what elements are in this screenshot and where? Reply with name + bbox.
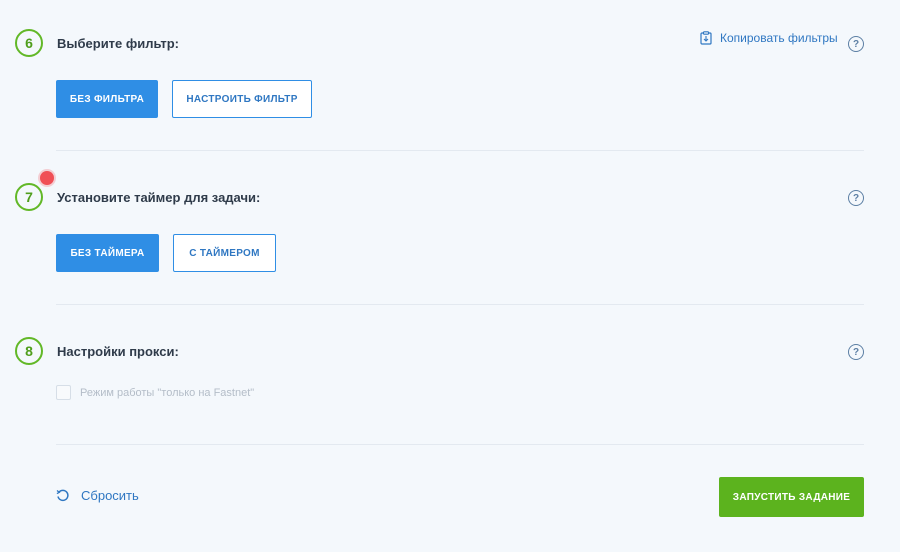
help-icon-step-8[interactable]: ?: [848, 344, 864, 360]
copy-filters-label: Копировать фильтры: [720, 31, 838, 45]
clipboard-icon: [700, 31, 712, 45]
fastnet-only-checkbox[interactable]: [56, 385, 71, 400]
with-timer-button[interactable]: С ТАЙМЕРОМ: [173, 234, 276, 272]
help-icon-step-7[interactable]: ?: [848, 190, 864, 206]
reset-icon: [56, 489, 70, 503]
step-8-title: Настройки прокси:: [57, 344, 179, 359]
help-icon-step-6[interactable]: ?: [848, 36, 864, 52]
divider-step-6: [56, 150, 864, 151]
configure-filter-button[interactable]: НАСТРОИТЬ ФИЛЬТР: [172, 80, 312, 118]
fastnet-only-option[interactable]: Режим работы "только на Fastnet": [56, 385, 254, 400]
copy-filters-link[interactable]: Копировать фильтры: [700, 31, 838, 45]
reset-label: Сбросить: [81, 488, 139, 503]
no-filter-button[interactable]: БЕЗ ФИЛЬТРА: [56, 80, 158, 118]
fastnet-only-label: Режим работы "только на Fastnet": [80, 386, 255, 399]
divider-step-8: [56, 444, 864, 445]
reset-link[interactable]: Сбросить: [56, 488, 139, 503]
step-6-title: Выберите фильтр:: [57, 36, 180, 51]
red-indicator-dot: [40, 171, 54, 185]
no-timer-button[interactable]: БЕЗ ТАЙМЕРА: [56, 234, 159, 272]
step-8-number: 8: [15, 337, 43, 365]
start-task-button[interactable]: ЗАПУСТИТЬ ЗАДАНИЕ: [719, 477, 864, 517]
step-7-title: Установите таймер для задачи:: [57, 190, 261, 205]
divider-step-7: [56, 304, 864, 305]
step-6-number: 6: [15, 29, 43, 57]
step-7-number: 7: [15, 183, 43, 211]
